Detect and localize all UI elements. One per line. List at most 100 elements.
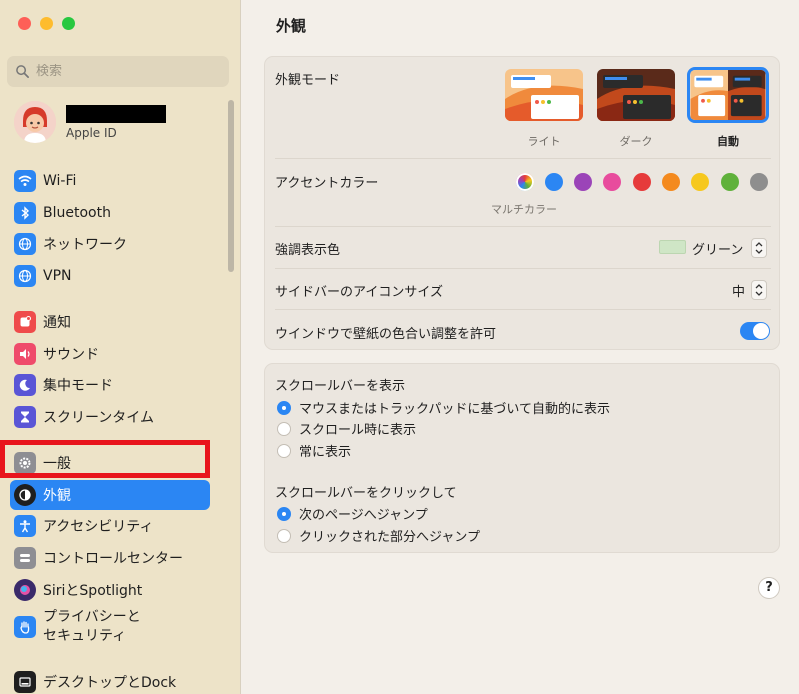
- avatar: [14, 101, 56, 143]
- highlight-color-popup-stepper[interactable]: [751, 238, 767, 258]
- highlight-color-chip: [659, 240, 686, 254]
- sidebar-item-sound[interactable]: サウンド: [10, 339, 210, 369]
- sidebar-item-bluetooth[interactable]: Bluetooth: [10, 198, 210, 228]
- sidebar: Apple ID Wi-Fi Bluetooth ネットワーク VPN 通知 サ…: [0, 0, 241, 694]
- chevron-updown-icon: [755, 242, 763, 254]
- accent-swatch-red[interactable]: [633, 173, 651, 191]
- bluetooth-icon: [14, 202, 36, 224]
- appearance-dark-thumbnail[interactable]: [597, 69, 675, 121]
- accent-swatch-yellow[interactable]: [691, 173, 709, 191]
- sidebar-icon-size-popup-stepper[interactable]: [751, 280, 767, 300]
- radio-label: 次のページへジャンプ: [299, 508, 428, 523]
- vpn-globe-icon: [14, 265, 36, 287]
- hourglass-icon: [14, 406, 36, 428]
- accent-swatch-pink[interactable]: [603, 173, 621, 191]
- radio-label: 常に表示: [299, 445, 352, 460]
- click-scrollbar-option-next-page[interactable]: 次のページへジャンプ: [277, 504, 428, 523]
- radio-button[interactable]: [277, 528, 291, 543]
- search-icon: [16, 65, 29, 78]
- radio-button[interactable]: [277, 400, 291, 415]
- search-field[interactable]: [7, 56, 229, 87]
- accent-color-caption: マルチカラー: [491, 203, 557, 216]
- appearance-icon: [14, 484, 36, 506]
- radio-label: スクロール時に表示: [299, 423, 417, 438]
- appearance-settings-panel: 外観モード ライト ダーク 自動 アクセントカラー マルチカラー 強調表示色 グ…: [264, 56, 780, 350]
- show-scrollbars-option-scrolling[interactable]: スクロール時に表示: [277, 419, 416, 438]
- highlight-color-value[interactable]: グリーン: [692, 239, 743, 258]
- scrollbar-settings-panel: スクロールバーを表示 マウスまたはトラックパッドに基づいて自動的に表示 スクロー…: [264, 363, 780, 553]
- radio-label: クリックされた部分へジャンプ: [299, 530, 480, 545]
- sidebar-item-accessibility[interactable]: アクセシビリティ: [10, 511, 210, 541]
- help-button[interactable]: ?: [758, 577, 780, 599]
- appearance-mode-label: 外観モード: [275, 73, 341, 88]
- sidebar-item-screentime[interactable]: スクリーンタイム: [10, 402, 210, 432]
- sidebar-item-vpn[interactable]: VPN: [10, 261, 210, 291]
- show-scrollbars-option-auto[interactable]: マウスまたはトラックパッドに基づいて自動的に表示: [277, 398, 610, 417]
- appearance-light-caption: ライト: [527, 135, 561, 148]
- appearance-light-thumbnail[interactable]: [505, 69, 583, 121]
- highlight-annotation-box: [0, 440, 210, 478]
- minimize-window-button[interactable]: [40, 17, 53, 30]
- dock-icon: [14, 671, 36, 693]
- sidebar-item-label: Bluetooth: [43, 205, 111, 221]
- hand-icon: [14, 616, 36, 638]
- sidebar-item-label: アクセシビリティ: [43, 519, 154, 535]
- click-scrollbar-label: スクロールバーをクリックして: [275, 486, 457, 501]
- wallpaper-tinting-label: ウインドウで壁紙の色合い調整を許可: [275, 327, 497, 342]
- close-window-button[interactable]: [18, 17, 31, 30]
- siri-icon: [14, 579, 36, 601]
- window-controls: [18, 17, 75, 30]
- chevron-updown-icon: [755, 284, 763, 296]
- globe-icon: [14, 233, 36, 255]
- appearance-auto-caption: 自動: [717, 135, 739, 148]
- accent-swatch-green[interactable]: [721, 173, 739, 191]
- sidebar-item-privacy[interactable]: プライバシーと セキュリティ: [10, 607, 210, 647]
- accent-swatch-blue[interactable]: [545, 173, 563, 191]
- sidebar-item-label: コントロールセンター: [43, 551, 183, 567]
- sidebar-item-label: ネットワーク: [43, 237, 127, 253]
- search-input[interactable]: [36, 64, 216, 79]
- sidebar-item-label: スクリーンタイム: [43, 410, 155, 426]
- sidebar-item-notifications[interactable]: 通知: [10, 307, 210, 337]
- sidebar-item-controlcenter[interactable]: コントロールセンター: [10, 543, 210, 573]
- accent-swatch-orange[interactable]: [662, 173, 680, 191]
- click-scrollbar-option-clicked-spot[interactable]: クリックされた部分へジャンプ: [277, 526, 480, 545]
- highlight-color-label: 強調表示色: [275, 243, 341, 258]
- moon-icon: [14, 374, 36, 396]
- divider: [275, 158, 771, 159]
- sidebar-item-focus[interactable]: 集中モード: [10, 370, 210, 400]
- sidebar-item-label: VPN: [43, 268, 72, 284]
- speaker-icon: [14, 343, 36, 365]
- sidebar-item-label: デスクトップとDock: [43, 675, 177, 691]
- zoom-window-button[interactable]: [62, 17, 75, 30]
- sidebar-item-network[interactable]: ネットワーク: [10, 229, 210, 259]
- radio-label: マウスまたはトラックパッドに基づいて自動的に表示: [299, 402, 610, 417]
- divider: [275, 226, 771, 227]
- accent-swatch-purple[interactable]: [574, 173, 592, 191]
- sidebar-item-desktop-dock[interactable]: デスクトップとDock: [10, 667, 210, 694]
- bell-icon: [14, 311, 36, 333]
- radio-button[interactable]: [277, 443, 291, 458]
- radio-button[interactable]: [277, 506, 291, 521]
- wallpaper-tinting-toggle[interactable]: [740, 322, 770, 340]
- redacted-name: [66, 104, 166, 123]
- sidebar-item-label: 通知: [43, 315, 71, 331]
- appearance-auto-thumbnail[interactable]: [687, 67, 769, 123]
- apple-id-label: Apple ID: [66, 125, 117, 140]
- sidebar-item-appearance[interactable]: 外観: [10, 480, 210, 510]
- page-title: 外観: [276, 17, 307, 35]
- sidebar-item-wifi[interactable]: Wi-Fi: [10, 166, 210, 196]
- sidebar-item-siri[interactable]: SiriとSpotlight: [10, 575, 210, 605]
- sidebar-icon-size-label: サイドバーのアイコンサイズ: [275, 285, 443, 300]
- radio-button[interactable]: [277, 421, 291, 436]
- sidebar-icon-size-value[interactable]: 中: [732, 281, 745, 300]
- accent-swatch-graphite[interactable]: [750, 173, 768, 191]
- accent-swatch-multicolor[interactable]: [516, 173, 534, 191]
- accent-color-label: アクセントカラー: [275, 176, 379, 191]
- sidebar-item-label: 外観: [43, 488, 71, 504]
- apple-id-account[interactable]: Apple ID: [14, 101, 166, 143]
- divider: [275, 309, 771, 310]
- sidebar-scrollbar[interactable]: [228, 100, 234, 272]
- appearance-dark-caption: ダーク: [619, 135, 653, 148]
- show-scrollbars-option-always[interactable]: 常に表示: [277, 441, 351, 460]
